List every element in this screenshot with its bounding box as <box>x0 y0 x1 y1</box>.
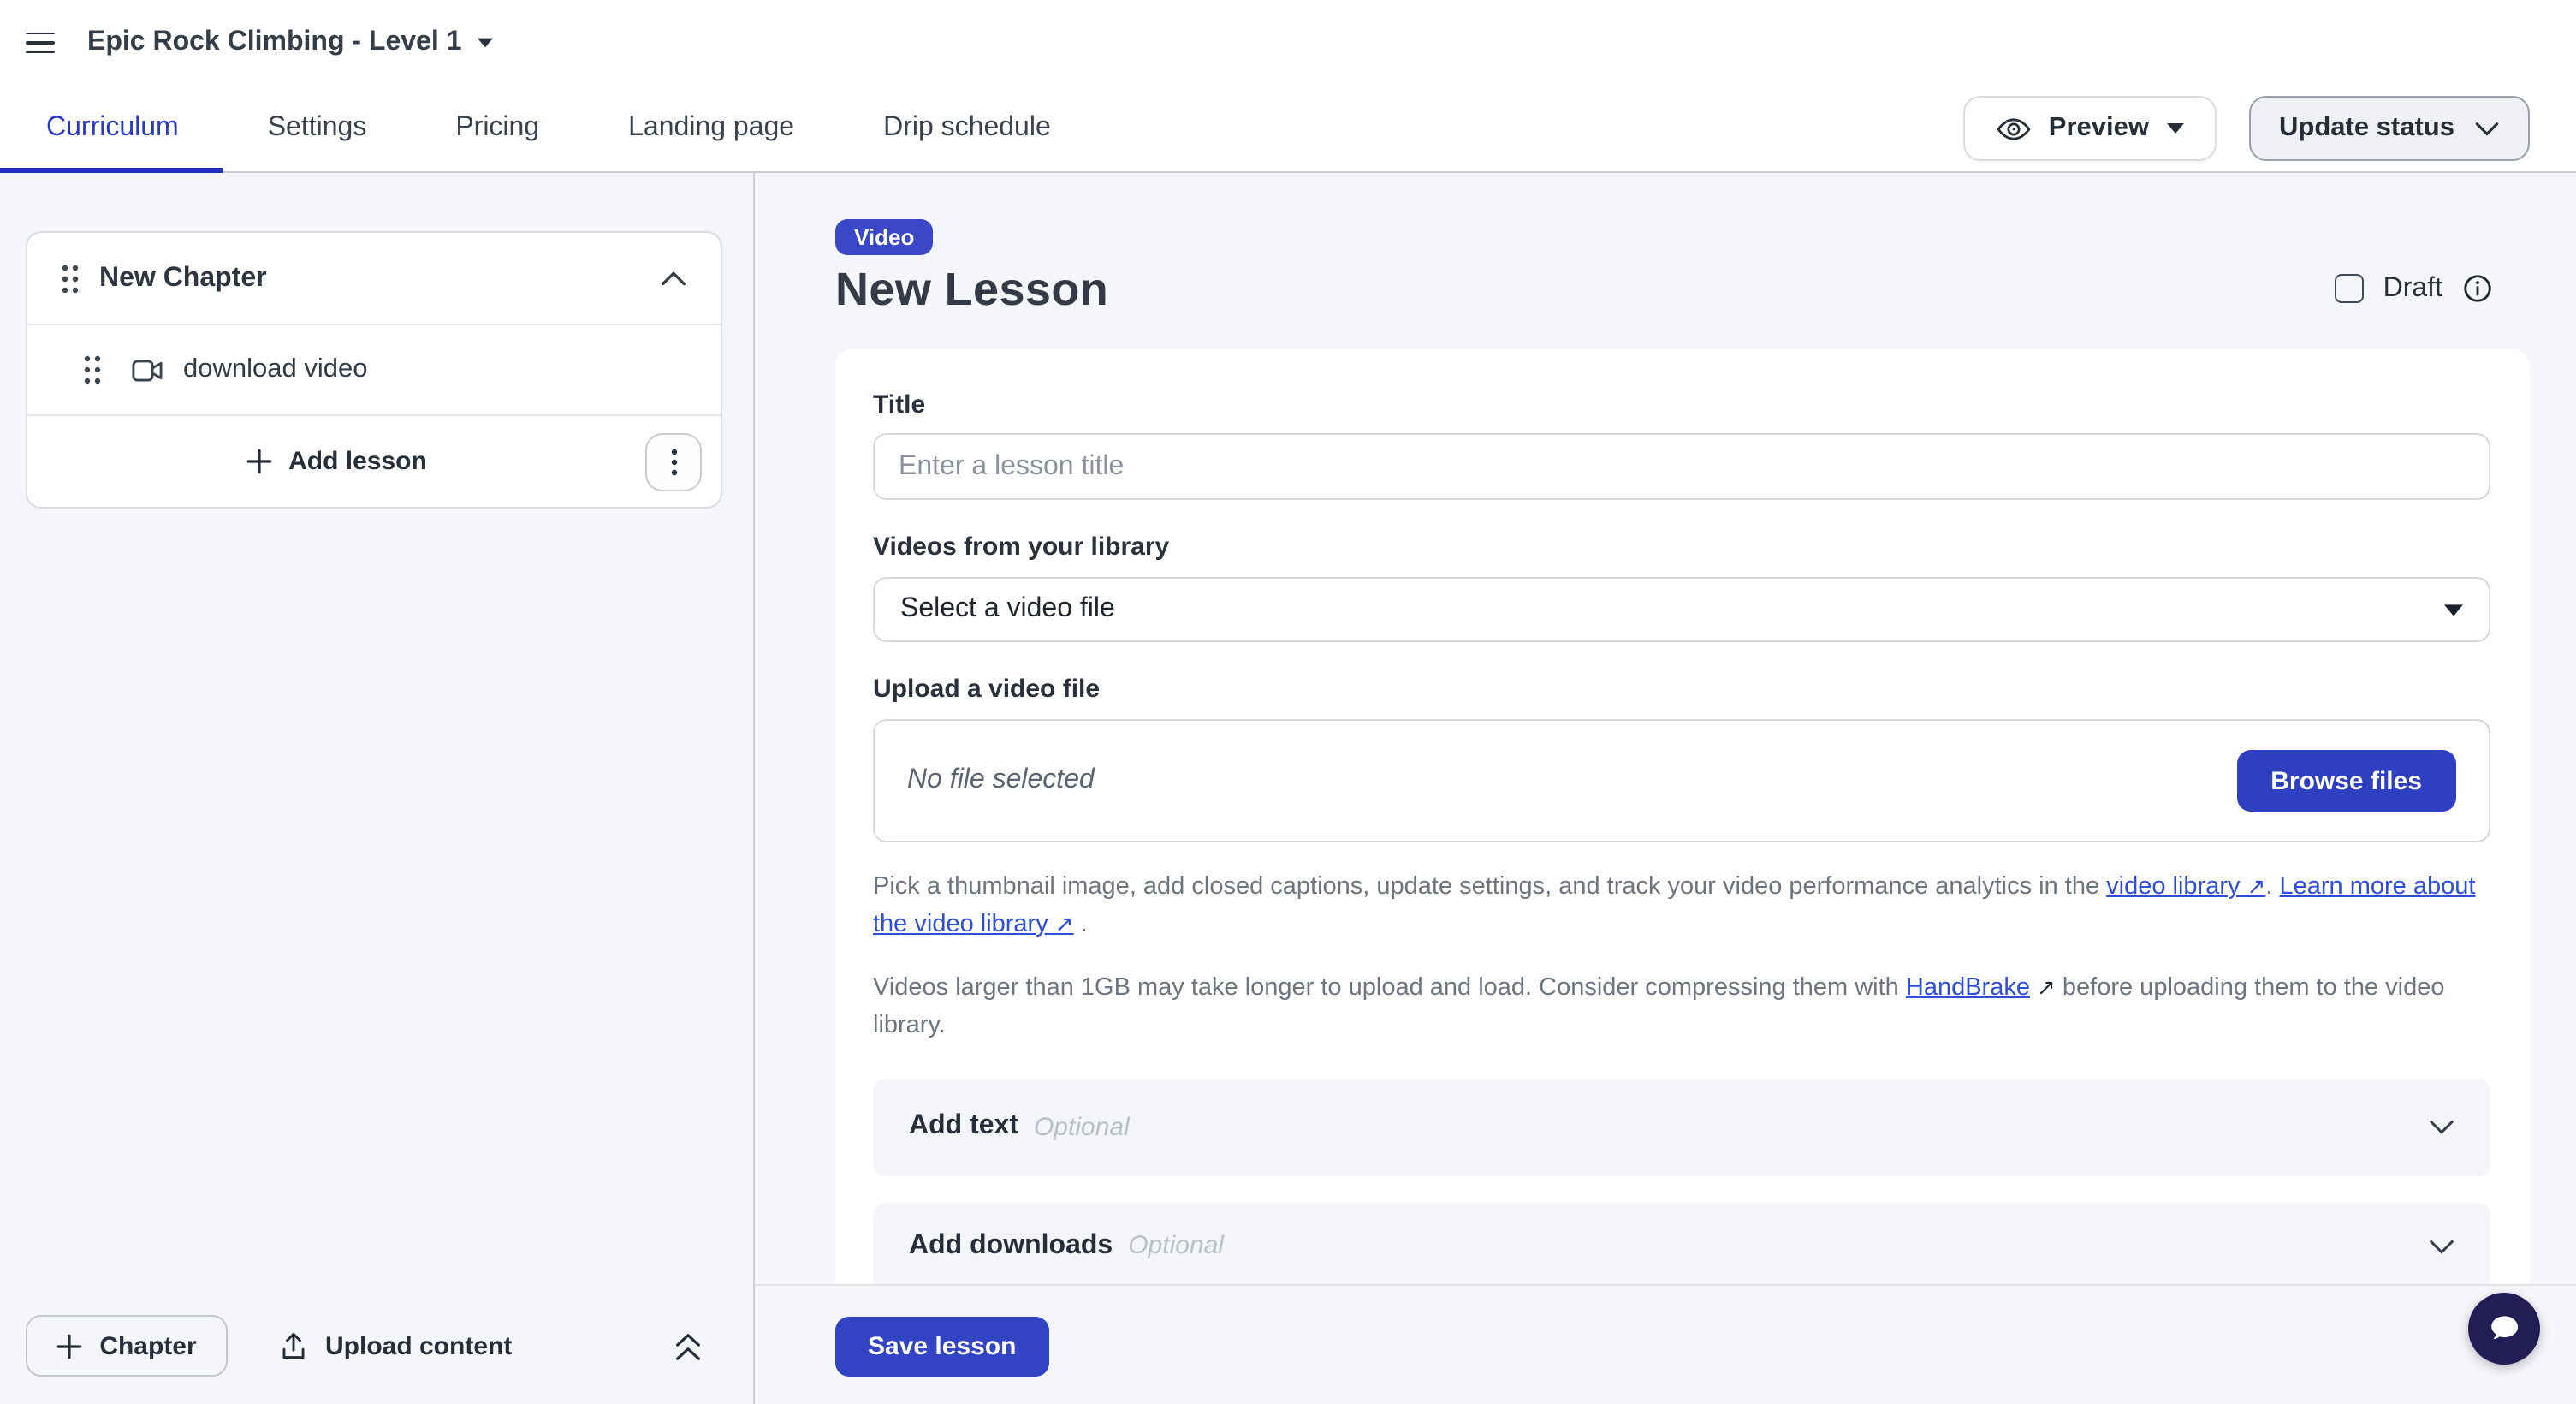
header-actions: Preview Update status <box>1963 86 2576 171</box>
caret-down-icon <box>477 38 492 48</box>
lesson-form-card: Title Videos from your library Select a … <box>835 349 2530 1284</box>
upload-content-button[interactable]: Upload content <box>279 1330 512 1361</box>
plus-icon <box>56 1333 82 1359</box>
upload-content-label: Upload content <box>325 1331 512 1360</box>
tab-curriculum[interactable]: Curriculum <box>0 86 223 171</box>
curriculum-sidebar: New Chapter download video Add les <box>0 173 755 1404</box>
plus-icon <box>246 449 271 474</box>
update-status-button[interactable]: Update status <box>2248 96 2530 161</box>
chevron-up-icon[interactable] <box>661 271 686 286</box>
draft-label: Draft <box>2383 273 2442 304</box>
no-file-text: No file selected <box>907 765 1095 796</box>
compression-help-text: Videos larger than 1GB may take longer t… <box>873 968 2490 1044</box>
draft-toggle: Draft <box>2336 272 2494 305</box>
course-title: Epic Rock Climbing - Level 1 <box>87 27 461 58</box>
chat-launcher-button[interactable] <box>2468 1293 2540 1365</box>
page-title: New Lesson <box>835 264 2530 317</box>
main-content: Video New Lesson Draft Title Videos from… <box>755 173 2576 1404</box>
lesson-title-input[interactable] <box>873 433 2490 500</box>
lesson-title: download video <box>183 354 367 385</box>
chevron-down-icon <box>2429 1119 2454 1134</box>
form-footer: Save lesson <box>755 1284 2576 1404</box>
info-icon[interactable] <box>2461 272 2494 305</box>
tab-landing-page[interactable]: Landing page <box>584 86 839 171</box>
chapter-header-row: New Chapter <box>27 233 721 324</box>
hamburger-menu-icon[interactable] <box>26 32 55 54</box>
select-value: Select a video file <box>900 594 1115 625</box>
video-file-select[interactable]: Select a video file <box>873 577 2490 642</box>
course-title-dropdown[interactable]: Epic Rock Climbing - Level 1 <box>87 27 492 58</box>
add-lesson-button[interactable]: Add lesson <box>27 416 645 507</box>
caret-down-icon <box>2444 604 2463 616</box>
tab-pricing[interactable]: Pricing <box>411 86 584 171</box>
browse-files-button[interactable]: Browse files <box>2236 750 2456 812</box>
upload-label: Upload a video file <box>873 675 2490 705</box>
library-label: Videos from your library <box>873 532 2490 563</box>
add-lesson-label: Add lesson <box>288 447 427 476</box>
chapter-title: New Chapter <box>99 263 267 294</box>
external-link-icon: ↗ <box>2037 973 2056 999</box>
chat-bubble-icon <box>2482 1306 2526 1351</box>
add-chapter-button[interactable]: Chapter <box>26 1315 228 1377</box>
title-label: Title <box>873 390 2490 421</box>
top-bar: Epic Rock Climbing - Level 1 <box>0 0 2576 86</box>
video-library-help-text: Pick a thumbnail image, add closed capti… <box>873 868 2490 943</box>
eye-icon <box>1996 110 2032 146</box>
file-dropzone[interactable]: No file selected Browse files <box>873 719 2490 842</box>
video-library-link[interactable]: video library ↗ <box>2106 873 2265 901</box>
caret-down-icon <box>2166 123 2183 134</box>
save-lesson-button[interactable]: Save lesson <box>835 1317 1048 1377</box>
add-downloads-section[interactable]: Add downloads Optional <box>873 1203 2490 1284</box>
lesson-row[interactable]: download video <box>27 324 721 414</box>
sidebar-bottom-bar: Chapter Upload content <box>26 1315 702 1377</box>
lesson-header: Video New Lesson Draft <box>835 219 2530 317</box>
tabs: Curriculum Settings Pricing Landing page… <box>0 86 1095 171</box>
tab-drip-schedule[interactable]: Drip schedule <box>839 86 1095 171</box>
chapter-menu-button[interactable] <box>645 433 702 491</box>
external-link-icon: ↗ <box>1055 911 1074 937</box>
draft-checkbox[interactable] <box>2336 274 2365 303</box>
add-text-section[interactable]: Add text Optional <box>873 1078 2490 1175</box>
video-camera-icon <box>132 357 164 383</box>
tab-settings[interactable]: Settings <box>223 86 412 171</box>
chapter-card: New Chapter download video Add les <box>26 231 722 509</box>
handbrake-link[interactable]: HandBrake <box>1906 973 2030 1001</box>
app-window: Epic Rock Climbing - Level 1 Curriculum … <box>0 0 2576 1404</box>
update-status-label: Update status <box>2279 113 2454 144</box>
drag-handle-icon[interactable] <box>82 354 103 385</box>
lesson-type-badge: Video <box>835 219 933 255</box>
collapse-all-icon[interactable] <box>674 1331 702 1360</box>
upload-icon <box>279 1330 308 1361</box>
add-chapter-label: Chapter <box>99 1331 196 1360</box>
drag-handle-icon[interactable] <box>60 263 80 294</box>
preview-label: Preview <box>2049 113 2149 144</box>
tab-bar: Curriculum Settings Pricing Landing page… <box>0 86 2576 173</box>
chapter-footer-row: Add lesson <box>27 414 721 507</box>
kebab-icon <box>670 449 677 476</box>
preview-button[interactable]: Preview <box>1963 96 2216 161</box>
external-link-icon: ↗ <box>2247 873 2266 899</box>
chevron-down-icon <box>2429 1239 2454 1254</box>
chevron-down-icon <box>2475 121 2499 136</box>
